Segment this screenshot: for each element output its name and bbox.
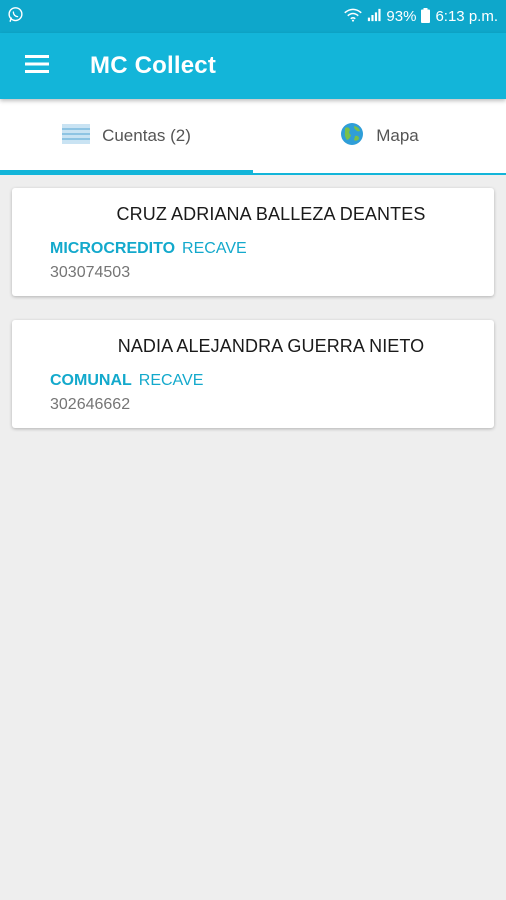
signal-icon: [367, 8, 381, 25]
status-right: 93% 6:13 p.m.: [344, 7, 498, 26]
account-tags: COMUNAL RECAVE: [50, 372, 474, 390]
account-subtype: RECAVE: [138, 372, 204, 389]
menu-button[interactable]: [20, 49, 54, 83]
app-title: MC Collect: [90, 52, 217, 79]
status-left: [7, 6, 24, 27]
tab-bar: Cuentas (2) Mapa: [0, 99, 506, 175]
account-tags: MICROCREDITO RECAVE: [50, 240, 474, 258]
app-bar: MC Collect: [0, 33, 506, 99]
tab-cuentas[interactable]: Cuentas (2): [0, 99, 253, 175]
clock: 6:13 p.m.: [435, 8, 498, 25]
account-type: COMUNAL: [50, 372, 132, 389]
account-number: 303074503: [50, 264, 131, 281]
account-name: NADIA ALEJANDRA GUERRA NIETO: [117, 336, 425, 356]
battery-icon: [421, 7, 431, 26]
tab-cuentas-label: Cuentas (2): [102, 126, 191, 145]
account-list: CRUZ ADRIANA BALLEZA DEANTES MICROCREDIT…: [12, 188, 494, 452]
list-icon: [62, 123, 91, 149]
battery-percent: 93%: [386, 8, 417, 25]
account-name: CRUZ ADRIANA BALLEZA DEANTES: [116, 204, 426, 224]
account-card[interactable]: CRUZ ADRIANA BALLEZA DEANTES MICROCREDIT…: [12, 188, 494, 296]
account-number: 302646662: [50, 396, 131, 413]
wifi-icon: [344, 8, 363, 25]
hamburger-icon: [25, 54, 49, 78]
tab-mapa-label: Mapa: [376, 126, 419, 145]
globe-icon: [340, 122, 364, 151]
account-subtype: RECAVE: [182, 240, 247, 257]
status-bar: 93% 6:13 p.m.: [0, 0, 506, 33]
whatsapp-notification-icon: [7, 6, 24, 27]
tab-mapa[interactable]: Mapa: [253, 99, 506, 173]
account-card[interactable]: NADIA ALEJANDRA GUERRA NIETO COMUNAL REC…: [12, 320, 494, 428]
account-type: MICROCREDITO: [50, 240, 176, 257]
